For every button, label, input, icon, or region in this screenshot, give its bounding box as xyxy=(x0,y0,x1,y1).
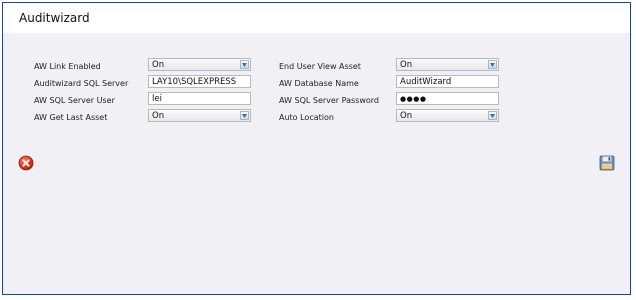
aw-sql-server-user-value: lei xyxy=(152,94,162,104)
aw-link-enabled-value: On xyxy=(152,60,165,70)
cancel-button[interactable] xyxy=(18,155,34,171)
aw-database-name-input[interactable]: AuditWizard xyxy=(396,75,499,88)
settings-form: AW Link Enabled On Auditwizard SQL Serve… xyxy=(3,33,630,294)
aw-get-last-asset-select[interactable]: On xyxy=(148,109,251,122)
aw-get-last-asset-value: On xyxy=(152,111,165,121)
aw-link-enabled-label: AW Link Enabled xyxy=(34,62,101,71)
auditwizard-panel: Auditwizard AW Link Enabled On Auditwiza… xyxy=(2,2,631,295)
chevron-down-icon[interactable] xyxy=(488,60,497,69)
floppy-disk-icon xyxy=(599,155,615,171)
aw-get-last-asset-label: AW Get Last Asset xyxy=(34,113,108,122)
aw-sql-server-password-value: ●●●● xyxy=(400,95,427,103)
chevron-down-icon[interactable] xyxy=(240,111,249,120)
end-user-view-asset-select[interactable]: On xyxy=(396,58,499,71)
aw-sql-server-password-input[interactable]: ●●●● xyxy=(396,92,499,105)
auto-location-select[interactable]: On xyxy=(396,109,499,122)
auto-location-label: Auto Location xyxy=(279,113,334,122)
auditwizard-sql-server-label: Auditwizard SQL Server xyxy=(34,79,129,88)
auditwizard-sql-server-value: LAY10\SQLEXPRESS xyxy=(152,77,237,87)
close-circle-icon xyxy=(18,155,34,171)
aw-database-name-label: AW Database Name xyxy=(279,79,359,88)
aw-link-enabled-select[interactable]: On xyxy=(148,58,251,71)
aw-sql-server-user-label: AW SQL Server User xyxy=(34,96,115,105)
chevron-down-icon[interactable] xyxy=(488,111,497,120)
page-title: Auditwizard xyxy=(19,11,90,25)
chevron-down-icon[interactable] xyxy=(240,60,249,69)
aw-sql-server-password-label: AW SQL Server Password xyxy=(279,96,380,105)
end-user-view-asset-label: End User View Asset xyxy=(279,62,361,71)
end-user-view-asset-value: On xyxy=(400,60,413,70)
save-button[interactable] xyxy=(599,155,615,171)
aw-sql-server-user-input[interactable]: lei xyxy=(148,92,251,105)
auto-location-value: On xyxy=(400,111,413,121)
title-bar: Auditwizard xyxy=(3,3,630,33)
auditwizard-sql-server-input[interactable]: LAY10\SQLEXPRESS xyxy=(148,75,251,88)
aw-database-name-value: AuditWizard xyxy=(400,77,452,87)
